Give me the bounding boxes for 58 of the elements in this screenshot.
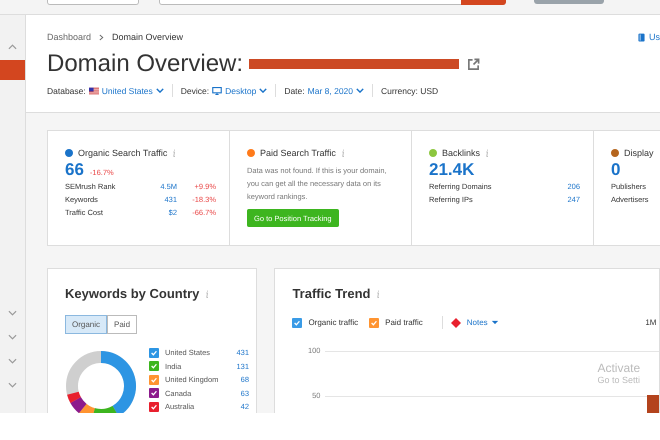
metric-value: 0: [611, 160, 620, 180]
meta-dropdown[interactable]: Desktop: [225, 86, 268, 96]
legend-checkbox[interactable]: [149, 402, 159, 412]
activation-notice-text: Go to Setti: [597, 375, 640, 385]
flag-icon: [88, 86, 99, 94]
search-field[interactable]: [159, 0, 506, 5]
period-button[interactable]: 1M: [645, 318, 656, 327]
info-icon[interactable]: [340, 149, 345, 157]
breadcrumb-item: Domain Overview: [112, 32, 184, 42]
notes-dropdown[interactable]: Notes: [466, 318, 499, 327]
book-icon[interactable]: [638, 32, 645, 42]
donut-chart: [65, 350, 137, 413]
info-icon[interactable]: [205, 290, 210, 298]
info-icon[interactable]: [376, 290, 380, 298]
chevron-down-icon[interactable]: [8, 310, 17, 316]
metric-title: Display: [624, 148, 654, 158]
series-checkbox[interactable]: [292, 318, 302, 328]
toggle-tab[interactable]: Paid: [107, 315, 138, 334]
info-icon[interactable]: [172, 149, 176, 157]
metric-title: Paid Search Traffic: [260, 148, 336, 158]
metric-value: 66: [65, 160, 84, 180]
metric-title: Organic Search Traffic: [78, 148, 168, 158]
metric-value: 21.4K: [429, 160, 474, 180]
breadcrumb-chevron-icon: [99, 34, 104, 40]
legend-checkbox[interactable]: [149, 361, 159, 372]
meta-dropdown[interactable]: Mar 8, 2020: [308, 86, 364, 96]
info-icon[interactable]: [485, 149, 490, 157]
series-checkbox[interactable]: [369, 318, 380, 328]
meta-dropdown[interactable]: United States: [102, 86, 164, 96]
caret-icon: [490, 320, 499, 325]
meta-label: Database:: [47, 86, 86, 96]
series-label: Organic traffic: [308, 318, 358, 327]
caret-icon: [259, 88, 268, 93]
page-title: Domain Overview:: [47, 50, 244, 78]
chevron-down-icon[interactable]: [8, 382, 17, 388]
panel-title: Traffic Trend: [292, 286, 370, 301]
legend-checkbox[interactable]: [149, 388, 159, 398]
external-link-icon[interactable]: [467, 58, 480, 70]
legend-checkbox[interactable]: [149, 374, 159, 385]
top-field[interactable]: [47, 0, 139, 5]
legend-checkbox[interactable]: [149, 348, 159, 358]
series-label: Paid traffic: [385, 318, 423, 327]
caret-icon: [156, 88, 164, 93]
chevron-down-icon[interactable]: [8, 334, 17, 340]
panel-title: Keywords by Country: [65, 286, 200, 301]
currency-label: Currency: USD: [381, 86, 438, 96]
breadcrumb-item[interactable]: Dashboard: [47, 32, 92, 42]
toggle-tab[interactable]: Organic: [65, 315, 108, 334]
chevron-up-icon[interactable]: [8, 44, 17, 50]
meta-label: Device:: [180, 86, 210, 96]
meta-label: Date:: [284, 86, 305, 96]
chevron-down-icon[interactable]: [8, 358, 17, 364]
activation-notice-title: Activate: [597, 361, 640, 375]
monitor-icon: [212, 86, 222, 94]
caret-icon: [356, 88, 364, 93]
user-manual-link[interactable]: Us: [649, 32, 660, 42]
metric-title: Backlinks: [442, 148, 480, 158]
diamond-icon: [450, 318, 461, 328]
